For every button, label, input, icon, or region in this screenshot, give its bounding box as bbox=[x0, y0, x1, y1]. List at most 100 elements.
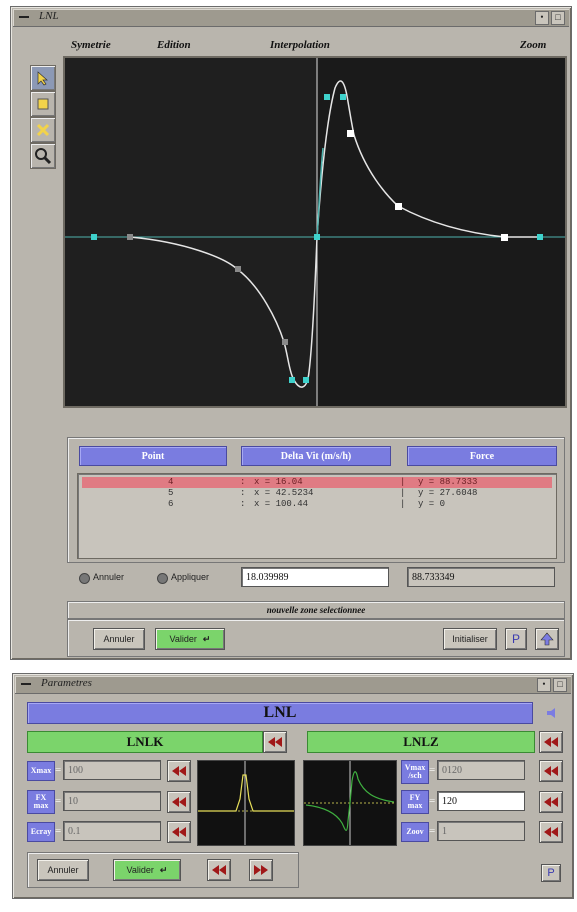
add-point-icon bbox=[37, 98, 49, 110]
ecray-input[interactable]: 0.1 bbox=[63, 821, 161, 841]
fxmax-label: FX max bbox=[27, 790, 55, 814]
previous-button[interactable] bbox=[207, 859, 231, 881]
window-menu-icon[interactable] bbox=[19, 679, 33, 689]
equals-sign: = bbox=[429, 825, 436, 837]
y-value-field: 88.733349 bbox=[407, 567, 555, 587]
rewind-icon bbox=[544, 737, 558, 747]
add-point-tool[interactable] bbox=[30, 91, 56, 117]
p-button[interactable]: P bbox=[505, 628, 527, 650]
zoov-input[interactable]: 1 bbox=[437, 821, 525, 841]
lnlk-title: LNLK bbox=[27, 731, 263, 753]
enter-arrow-icon: ↵ bbox=[202, 633, 211, 644]
status-bar: nouvelle zone selectionnee bbox=[67, 601, 565, 619]
ecray-label: Ecray bbox=[27, 822, 55, 842]
control-point[interactable] bbox=[289, 377, 295, 383]
vmax-reset-button[interactable] bbox=[539, 760, 563, 782]
fymax-input[interactable]: 120 bbox=[437, 791, 525, 811]
control-point[interactable] bbox=[235, 266, 241, 272]
annuler-button[interactable]: Annuler bbox=[37, 859, 89, 881]
curve-svg bbox=[65, 58, 565, 406]
fymax-label: FY max bbox=[401, 790, 429, 814]
speaker-icon bbox=[547, 708, 555, 718]
equals-sign: = bbox=[55, 825, 62, 837]
control-point[interactable] bbox=[347, 130, 354, 137]
lnl-window: LNL • □ Symetrie Edition Interpolation Z… bbox=[10, 6, 572, 660]
xmax-label: Xmax bbox=[27, 761, 55, 781]
menu-interpolation[interactable]: Interpolation bbox=[270, 39, 330, 51]
x-value-input[interactable]: 18.039989 bbox=[241, 567, 389, 587]
parametres-titlebar[interactable]: Parametres • □ bbox=[15, 676, 571, 694]
lnlz-title: LNLZ bbox=[307, 731, 535, 753]
parametres-window: Parametres • □ LNL LNLK Xmax = 100 FX ma… bbox=[12, 673, 574, 899]
table-row[interactable]: 6 : x = 100.44 | y = 0 bbox=[82, 499, 552, 510]
menu-symetrie[interactable]: Symetrie bbox=[71, 39, 111, 51]
xmax-reset-button[interactable] bbox=[167, 760, 191, 782]
valider-button[interactable]: Valider ↵ bbox=[113, 859, 181, 881]
control-point[interactable] bbox=[324, 94, 330, 100]
next-button[interactable] bbox=[249, 859, 273, 881]
rewind-icon bbox=[544, 827, 558, 837]
pointer-tool[interactable] bbox=[30, 65, 56, 91]
menubar: Symetrie Edition Interpolation Zoom bbox=[71, 38, 561, 54]
fymax-reset-button[interactable] bbox=[539, 791, 563, 813]
window-title: Parametres bbox=[41, 677, 92, 689]
column-force: Force bbox=[407, 446, 557, 466]
maximize-icon[interactable]: □ bbox=[551, 11, 565, 25]
xmax-input[interactable]: 100 bbox=[63, 760, 161, 780]
delete-point-tool[interactable] bbox=[30, 117, 56, 143]
rewind-icon bbox=[172, 766, 186, 776]
menu-zoom[interactable]: Zoom bbox=[520, 39, 546, 51]
delete-point-icon bbox=[36, 123, 50, 137]
p-button[interactable]: P bbox=[541, 864, 561, 882]
vmax-label: Vmax /sch bbox=[401, 760, 429, 784]
initialiser-button[interactable]: Initialiser bbox=[443, 628, 497, 650]
pointer-icon bbox=[37, 71, 48, 86]
up-arrow-button[interactable] bbox=[535, 628, 559, 650]
valider-button[interactable]: Valider ↵ bbox=[155, 628, 225, 650]
control-point[interactable] bbox=[395, 203, 402, 210]
zoov-reset-button[interactable] bbox=[539, 821, 563, 843]
ecray-reset-button[interactable] bbox=[167, 821, 191, 843]
zoom-tool[interactable] bbox=[30, 143, 56, 169]
control-point[interactable] bbox=[282, 339, 288, 345]
lnlk-reset-button[interactable] bbox=[263, 731, 287, 753]
point-list[interactable]: 4 : x = 16.04 | y = 88.7333 5 : x = 42.5… bbox=[77, 473, 557, 559]
control-point[interactable] bbox=[127, 234, 133, 240]
equals-sign: = bbox=[55, 795, 62, 807]
rewind-icon bbox=[268, 737, 282, 747]
control-point[interactable] bbox=[303, 377, 309, 383]
maximize-icon[interactable]: □ bbox=[553, 678, 567, 692]
fxmax-reset-button[interactable] bbox=[167, 791, 191, 813]
annuler-button[interactable]: Annuler bbox=[93, 628, 145, 650]
fxmax-input[interactable]: 10 bbox=[63, 791, 161, 811]
window-menu-icon[interactable] bbox=[17, 12, 31, 22]
control-point[interactable] bbox=[340, 94, 346, 100]
table-row[interactable]: 4 : x = 16.04 | y = 88.7333 bbox=[82, 477, 552, 488]
lnlk-preview bbox=[197, 760, 295, 846]
minimize-icon[interactable]: • bbox=[535, 11, 549, 25]
radio-appliquer[interactable] bbox=[157, 573, 168, 584]
enter-arrow-icon: ↵ bbox=[159, 864, 168, 875]
control-point[interactable] bbox=[314, 234, 320, 240]
column-delta-vit: Delta Vit (m/s/h) bbox=[241, 446, 391, 466]
lnlz-preview bbox=[303, 760, 397, 846]
minimize-icon[interactable]: • bbox=[537, 678, 551, 692]
radio-annuler-label: Annuler bbox=[93, 572, 125, 582]
radio-annuler[interactable] bbox=[79, 573, 90, 584]
table-row[interactable]: 5 : x = 42.5234 | y = 27.6048 bbox=[82, 488, 552, 499]
equals-sign: = bbox=[429, 795, 436, 807]
menu-edition[interactable]: Edition bbox=[157, 39, 191, 51]
equals-sign: = bbox=[429, 764, 436, 776]
lnl-titlebar[interactable]: LNL • □ bbox=[13, 9, 569, 27]
zoov-label: Zoov bbox=[401, 822, 429, 842]
radio-appliquer-label: Appliquer bbox=[171, 572, 210, 582]
control-point[interactable] bbox=[91, 234, 97, 240]
vmax-input[interactable]: 0120 bbox=[437, 760, 525, 780]
curve-plot[interactable] bbox=[63, 56, 567, 408]
window-title: LNL bbox=[39, 10, 59, 22]
lnlz-reset-button[interactable] bbox=[539, 731, 563, 753]
control-point[interactable] bbox=[501, 234, 508, 241]
control-point[interactable] bbox=[537, 234, 543, 240]
magnifier-icon bbox=[35, 148, 52, 165]
rewind-icon bbox=[172, 797, 186, 807]
